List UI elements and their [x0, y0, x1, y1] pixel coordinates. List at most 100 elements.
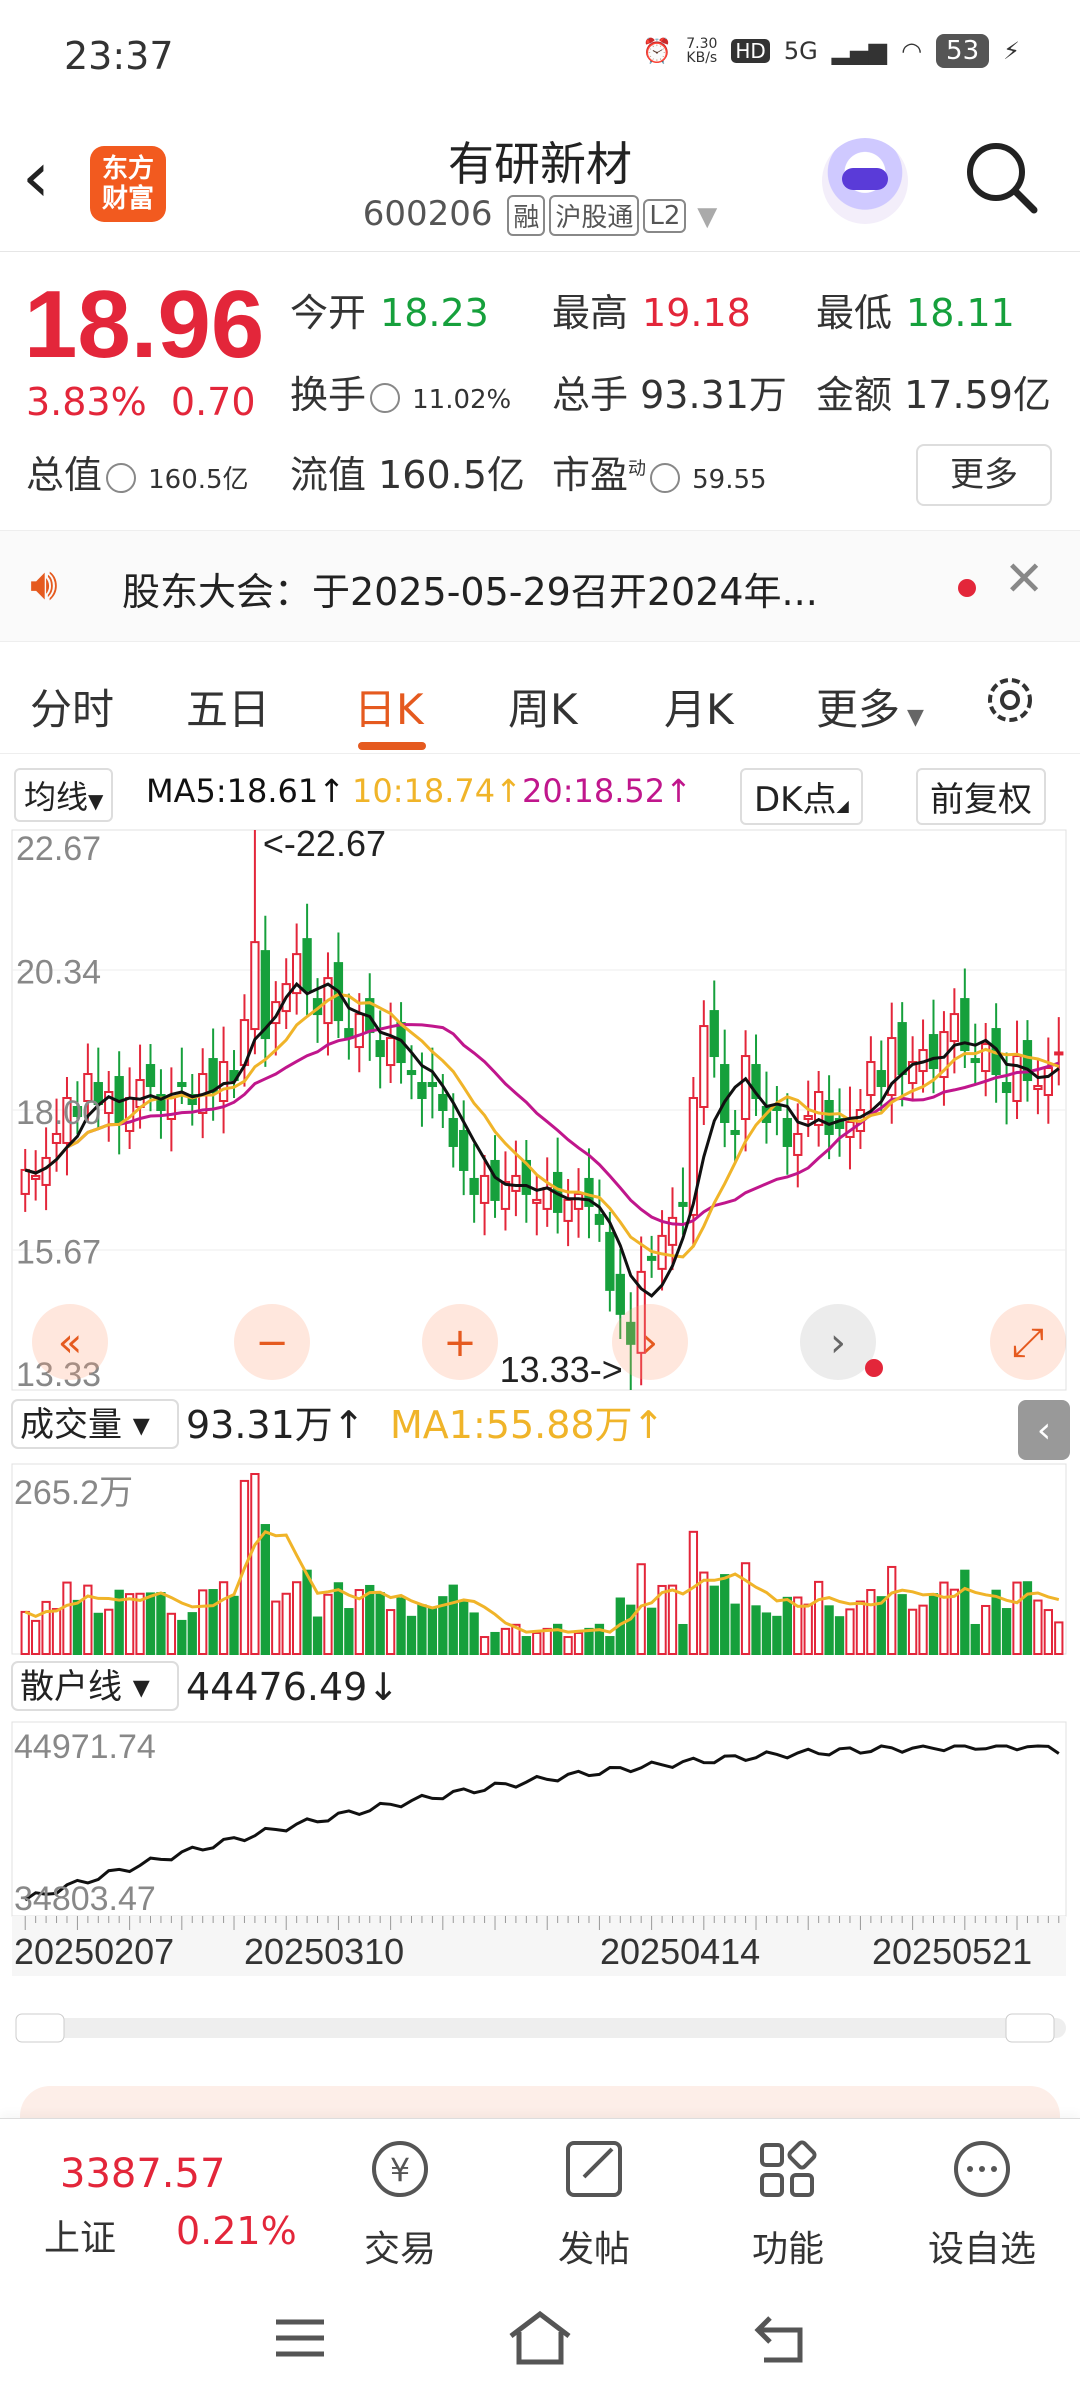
- volume-bar: [41, 1600, 51, 1655]
- rewind-icon[interactable]: «: [32, 1304, 108, 1380]
- candle: [699, 1025, 709, 1109]
- candle: [208, 1058, 218, 1094]
- candle: [803, 1114, 813, 1120]
- x-tick-label: 20250310: [244, 1931, 404, 1972]
- candle: [573, 1192, 584, 1210]
- volume-bar: [803, 1603, 813, 1656]
- stock-code: 600206: [362, 194, 493, 234]
- volume-bar: [500, 1627, 511, 1656]
- volume-bar: [145, 1592, 156, 1656]
- candle: [876, 1070, 886, 1088]
- home-icon[interactable]: [505, 2306, 575, 2370]
- candle: [385, 1037, 396, 1067]
- volume-bar: [166, 1612, 177, 1656]
- tab-more[interactable]: 更多 ▼: [816, 676, 924, 737]
- index-name[interactable]: 上证: [44, 2209, 116, 2261]
- tab-daily-k[interactable]: 日K: [354, 676, 424, 737]
- volume-bar: [72, 1599, 83, 1656]
- volume-bar: [646, 1607, 657, 1656]
- candle: [479, 1174, 490, 1204]
- scroll-track: [16, 2018, 1066, 2038]
- margin-tag: 融: [507, 195, 546, 236]
- charging-icon: ⚡: [1003, 37, 1020, 65]
- back-nav-icon[interactable]: [750, 2308, 810, 2368]
- notice-banner[interactable]: 🔊︎ 股东大会：于2025-05-29召开2024年... ✕: [0, 530, 1080, 642]
- volume-bar: [521, 1636, 531, 1656]
- tab-weekly-k[interactable]: 周K: [508, 676, 578, 737]
- volume-y-tick: 265.2万: [14, 1474, 133, 1512]
- gear-icon[interactable]: [980, 670, 1040, 730]
- volume-selector: 成交量 ▾: [20, 1405, 150, 1445]
- volume-bar: [678, 1623, 688, 1656]
- chart-scrollbar[interactable]: [15, 2013, 1066, 2043]
- ai-assistant-avatar[interactable]: [822, 138, 908, 224]
- ma-legend: 均线▼ MA5:18.61↑ 10:18.74↑ 20:18.52↑ DK点◢ …: [0, 760, 1080, 826]
- x-tick-label: 20250521: [872, 1931, 1032, 1972]
- float-value-field: 流值 160.5亿: [290, 453, 525, 497]
- kline-chart[interactable]: 22.6720.3418.0015.6713.33<-22.6713.33-> …: [0, 824, 1080, 2044]
- volume-bar: [198, 1589, 208, 1655]
- next-icon[interactable]: ›: [800, 1304, 876, 1380]
- eye-icon[interactable]: [650, 462, 681, 493]
- nav-post[interactable]: 发帖: [524, 2131, 664, 2272]
- retail-line-panel[interactable]: 散户线 ▾ 44476.49↓44971.7434803.4720250207 20…: [11, 1661, 1067, 2043]
- index-change[interactable]: 0.21%: [176, 2209, 297, 2253]
- volume-panel[interactable]: 成交量 ▾ 93.31万↑ MA1:55.88万↑ ‹ 265.2万: [11, 1399, 1070, 1656]
- min-price-annotation: 13.33->: [500, 1349, 623, 1390]
- forward-icon[interactable]: ›: [612, 1304, 688, 1380]
- index-value[interactable]: 3387.57: [60, 2151, 225, 2197]
- amount-field: 金额 17.59亿: [816, 373, 1051, 417]
- volume-bar: [1012, 1581, 1022, 1656]
- notification-dot: [865, 1359, 883, 1377]
- nav-trade[interactable]: ¥ 交易: [330, 2131, 470, 2272]
- candle: [354, 1013, 364, 1049]
- tab-five-day[interactable]: 五日: [186, 676, 270, 737]
- fullscreen-icon[interactable]: ⤢: [990, 1304, 1066, 1380]
- price-change: 3.83% 0.70: [26, 380, 256, 424]
- x-tick-label: 20250207: [14, 1931, 174, 1972]
- open-field: 今开 18.23: [290, 291, 489, 335]
- candle: [730, 1129, 740, 1135]
- nav-function[interactable]: 功能: [718, 2131, 858, 2272]
- more-quote-button[interactable]: 更多: [916, 444, 1052, 506]
- notice-text[interactable]: 股东大会：于2025-05-29召开2024年...: [122, 561, 818, 616]
- collapse-side-tab[interactable]: ‹: [1018, 1400, 1070, 1460]
- candle: [709, 1010, 719, 1058]
- volume-bar: [1033, 1599, 1043, 1655]
- volume-bar: [427, 1607, 438, 1656]
- candle: [448, 1117, 458, 1147]
- volume-bar: [31, 1619, 41, 1655]
- volume-bar: [887, 1565, 897, 1656]
- eye-icon[interactable]: [370, 382, 401, 413]
- volume-bar: [699, 1571, 709, 1656]
- candle: [375, 1040, 385, 1058]
- svg-text:¥: ¥: [390, 2151, 410, 2189]
- indicator-selector[interactable]: 均线▼: [14, 768, 114, 822]
- nav-add-watchlist[interactable]: 设自选: [912, 2131, 1052, 2272]
- zoom-in-icon[interactable]: +: [422, 1304, 498, 1380]
- search-icon[interactable]: [962, 138, 1042, 218]
- chevron-left-icon: ‹: [1037, 1410, 1051, 1451]
- dk-point-selector[interactable]: DK点◢: [740, 768, 863, 825]
- volume-bar: [385, 1609, 396, 1656]
- tab-monthly-k[interactable]: 月K: [664, 676, 734, 737]
- menu-icon[interactable]: [270, 2308, 330, 2368]
- volume-bar: [396, 1597, 406, 1655]
- zoom-out-icon[interactable]: −: [234, 1304, 310, 1380]
- tab-intraday[interactable]: 分时: [30, 676, 114, 737]
- volume-bar: [845, 1608, 855, 1655]
- dropdown-caret-icon[interactable]: ▼: [697, 202, 717, 232]
- more-dots-icon: [954, 2141, 1010, 2197]
- volume-bar: [981, 1604, 991, 1655]
- volume-bar: [918, 1604, 928, 1655]
- low-field: 最低 18.11: [816, 291, 1015, 335]
- candlestick-panel[interactable]: 22.6720.3418.0015.6713.33<-22.6713.33->: [11, 824, 1067, 1394]
- stock-code-line[interactable]: 600206 融沪股通 L2 ▼: [0, 194, 1080, 236]
- close-icon[interactable]: ✕: [1004, 551, 1044, 607]
- eye-icon[interactable]: [106, 462, 137, 493]
- active-tab-indicator: [358, 742, 426, 750]
- volume-bar: [260, 1524, 270, 1655]
- y-tick-label: 18.00: [16, 1094, 101, 1132]
- volume-bar: [312, 1616, 323, 1656]
- adjust-selector[interactable]: 前复权: [916, 768, 1046, 825]
